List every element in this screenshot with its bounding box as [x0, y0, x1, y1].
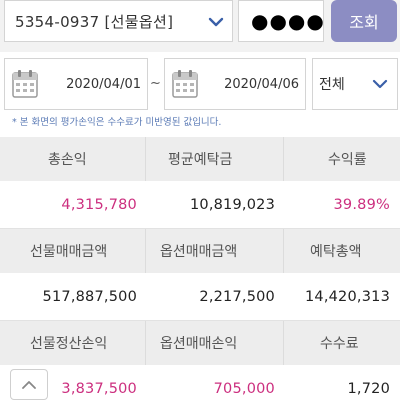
value-options-trade-amount: 2,217,500: [199, 288, 275, 305]
date-separator: ~: [150, 76, 161, 91]
header-commission: 수수료: [283, 321, 400, 365]
header-futures-settlement-pnl: 선물정산손익: [30, 336, 108, 352]
header-row: 선물정산손익 옵션매매손익 수수료: [0, 321, 400, 365]
header-futures-trade-amount: 선물매매금액: [30, 244, 108, 260]
header-total-deposit: 예탁총액: [283, 229, 400, 273]
header-total-pnl: 총손익: [48, 152, 87, 168]
summary-grid: 총손익 평균예탁금 수익률 4,315,780 10,819,023 39.89…: [0, 137, 400, 400]
value-row: 517,887,500 2,217,500 14,420,313: [0, 273, 400, 321]
header-return-rate: 수익률: [283, 137, 400, 181]
notice-text: * 본 화면의 평가손익은 수수료가 미반영된 값입니다.: [12, 117, 222, 128]
header-options-trade-pnl: 옵션매매손익: [145, 321, 283, 365]
header-row: 선물매매금액 옵션매매금액 예탁총액: [0, 229, 400, 273]
value-futures-trade-amount: 517,887,500: [42, 288, 137, 305]
chevron-down-icon: [208, 17, 224, 27]
account-select[interactable]: 5354-0937 [선물옵션]: [4, 0, 233, 42]
date-range: 2020/04/01 ~ 2020/04/06 전체: [0, 58, 400, 112]
start-date: 2020/04/01: [66, 76, 141, 92]
filter-select[interactable]: 전체: [312, 58, 398, 110]
filter-selected: 전체: [319, 77, 345, 93]
calendar-icon: [172, 70, 198, 98]
value-total-deposit: 14,420,313: [304, 288, 390, 305]
calendar-icon: [12, 70, 38, 98]
start-date-picker[interactable]: 2020/04/01: [4, 58, 148, 110]
value-options-trade-pnl: 705,000: [213, 380, 275, 397]
header-avg-deposit: 평균예탁금: [145, 137, 283, 181]
chevron-down-icon: [372, 79, 388, 89]
password-input[interactable]: ●●●●: [238, 0, 324, 42]
scroll-top-button[interactable]: [10, 369, 48, 400]
value-row: 4,315,780 10,819,023 39.89%: [0, 181, 400, 229]
account-number: 5354-0937 [선물옵션]: [15, 12, 174, 31]
value-row: 3,837,500 705,000 1,720: [0, 365, 400, 400]
value-avg-deposit: 10,819,023: [189, 196, 275, 213]
top-bar: 5354-0937 [선물옵션] ●●●● 조회: [0, 0, 400, 52]
header-options-trade-amount: 옵션매매금액: [145, 229, 283, 273]
value-total-pnl: 4,315,780: [61, 196, 137, 213]
value-return-rate: 39.89%: [333, 196, 390, 213]
search-button[interactable]: 조회: [331, 0, 397, 42]
chevron-up-icon: [22, 380, 36, 389]
end-date: 2020/04/06: [224, 76, 299, 92]
header-row: 총손익 평균예탁금 수익률: [0, 137, 400, 181]
end-date-picker[interactable]: 2020/04/06: [164, 58, 306, 110]
value-commission: 1,720: [347, 380, 390, 397]
